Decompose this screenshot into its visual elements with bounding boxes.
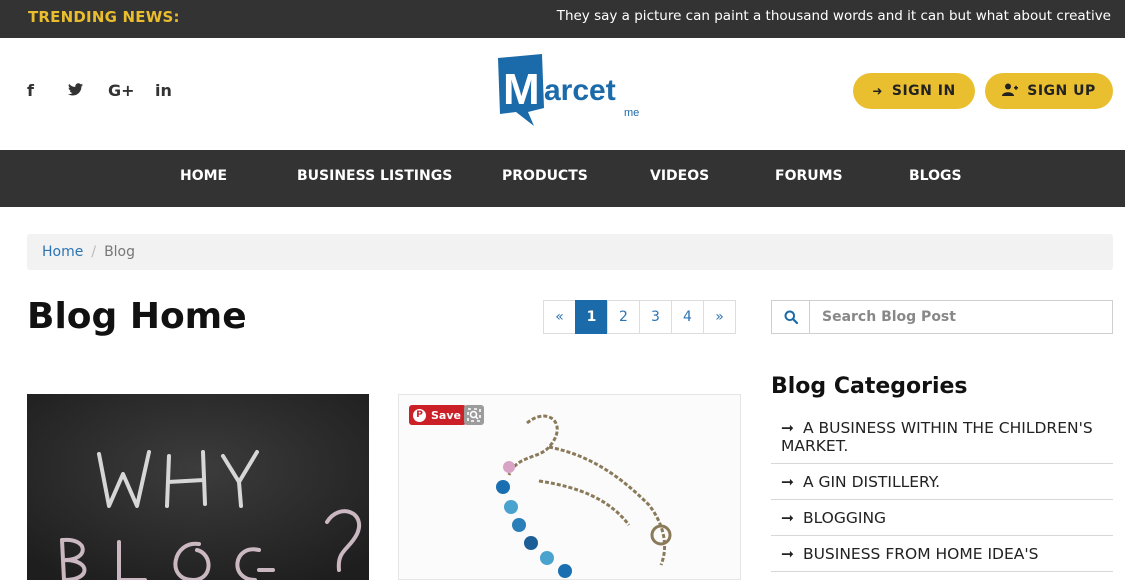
google-plus-icon[interactable]: G+ (108, 81, 135, 100)
sign-in-icon: ➜ (872, 84, 883, 98)
page-prev[interactable]: « (543, 300, 576, 334)
svg-text:me: me (624, 107, 639, 119)
pinterest-save-label: Save (431, 408, 461, 422)
trending-headline[interactable]: They say a picture can paint a thousand … (557, 8, 1111, 24)
trending-news-bar: TRENDING NEWS: They say a picture can pa… (0, 0, 1125, 38)
twitter-icon[interactable] (68, 81, 83, 100)
main-nav: HOME BUSINESS LISTINGS PRODUCTS VIDEOS F… (0, 150, 1125, 207)
page-4[interactable]: 4 (671, 300, 704, 334)
arrow-right-icon: ➞ (781, 419, 794, 437)
linkedin-icon[interactable]: in (155, 81, 172, 100)
page-3[interactable]: 3 (639, 300, 672, 334)
nav-business-listings[interactable]: BUSINESS LISTINGS (297, 168, 452, 184)
blog-categories-list: ➞ A BUSINESS WITHIN THE CHILDREN'S MARKE… (771, 410, 1113, 572)
category-item[interactable]: ➞ BUSINESS FROM HOME IDEA'S (771, 536, 1113, 572)
logo-text: arcet (544, 74, 616, 107)
search-button[interactable] (772, 301, 810, 333)
category-label: A GIN DISTILLERY. (802, 473, 941, 491)
category-item[interactable]: ➞ BLOGGING (771, 500, 1113, 536)
category-label: A BUSINESS WITHIN THE CHILDREN'S MARKET. (781, 419, 1093, 455)
marcet-logo[interactable]: M arcet me (494, 52, 650, 128)
blog-card-image-why-blog[interactable] (27, 394, 369, 580)
search-input[interactable] (810, 301, 1112, 333)
breadcrumb-home[interactable]: Home (42, 244, 83, 260)
arrow-right-icon: ➞ (781, 509, 794, 527)
pagination: « 1 2 3 4 » (543, 300, 736, 334)
page-1[interactable]: 1 (575, 300, 608, 334)
nav-home[interactable]: HOME (180, 168, 227, 184)
site-header: f G+ in M arcet me ➜ SIGN IN SIGN UP (0, 38, 1125, 150)
visual-search-icon[interactable] (464, 405, 484, 425)
breadcrumb: Home / Blog (27, 234, 1113, 270)
page-2[interactable]: 2 (607, 300, 640, 334)
category-item[interactable]: ➞ A BUSINESS WITHIN THE CHILDREN'S MARKE… (771, 410, 1113, 464)
pinterest-save-button[interactable]: P Save (409, 405, 466, 425)
chalkboard-why-blog-image (27, 394, 369, 580)
blog-card-image-bracelet[interactable]: P Save (398, 394, 741, 580)
arrow-right-icon: ➞ (781, 473, 794, 491)
sign-in-label: SIGN IN (891, 83, 956, 99)
sign-up-label: SIGN UP (1027, 83, 1096, 99)
pinterest-icon: P (413, 408, 426, 422)
page-next[interactable]: » (703, 300, 736, 334)
nav-forums[interactable]: FORUMS (775, 168, 843, 184)
nav-products[interactable]: PRODUCTS (502, 168, 588, 184)
breadcrumb-separator: / (91, 244, 97, 260)
category-label: BLOGGING (802, 509, 887, 527)
facebook-icon[interactable]: f (27, 81, 34, 100)
trending-label: TRENDING NEWS: (28, 8, 180, 26)
sign-in-button[interactable]: ➜ SIGN IN (853, 73, 975, 109)
category-label: BUSINESS FROM HOME IDEA'S (802, 545, 1039, 563)
nav-blogs[interactable]: BLOGS (909, 168, 962, 184)
sign-up-button[interactable]: SIGN UP (985, 73, 1113, 109)
search-icon (784, 310, 798, 324)
category-item[interactable]: ➞ A GIN DISTILLERY. (771, 464, 1113, 500)
svg-text:M: M (503, 65, 540, 114)
arrow-right-icon: ➞ (781, 545, 794, 563)
blog-categories-title: Blog Categories (771, 374, 968, 399)
breadcrumb-current: Blog (104, 244, 136, 260)
page-title: Blog Home (27, 296, 247, 337)
blog-search (771, 300, 1113, 334)
nav-videos[interactable]: VIDEOS (650, 168, 709, 184)
user-plus-icon (1002, 83, 1019, 99)
